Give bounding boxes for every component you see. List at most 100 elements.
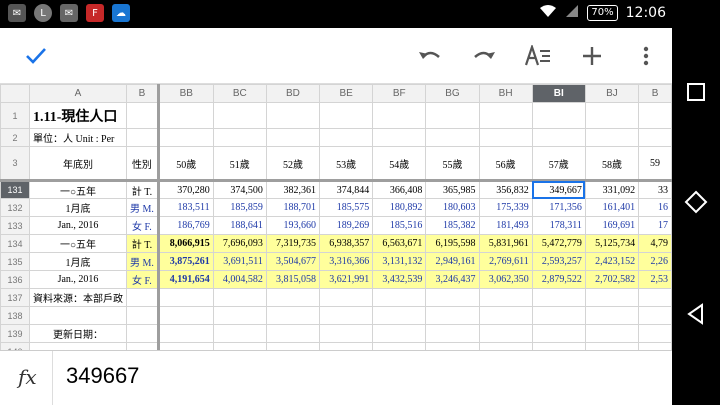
- cell[interactable]: 2,53: [638, 270, 672, 289]
- cell[interactable]: 2,879,522: [531, 270, 586, 289]
- cell[interactable]: 16: [638, 198, 672, 217]
- cell[interactable]: 資料來源：本部戶政: [28, 288, 127, 307]
- cell[interactable]: [478, 342, 533, 350]
- cell[interactable]: [125, 342, 160, 350]
- cell[interactable]: [157, 342, 214, 350]
- cell[interactable]: [372, 288, 427, 307]
- cell[interactable]: 59: [638, 146, 672, 182]
- cell[interactable]: Jan., 2016: [28, 216, 127, 235]
- column-header-be[interactable]: BE: [319, 84, 374, 103]
- cell[interactable]: 50歲: [157, 146, 214, 182]
- cell[interactable]: 180,603: [425, 198, 480, 217]
- cell[interactable]: [531, 102, 586, 129]
- cell[interactable]: [584, 128, 640, 147]
- cell[interactable]: 女 F.: [125, 270, 160, 289]
- cell[interactable]: 一○五年: [28, 180, 127, 199]
- cell[interactable]: [319, 342, 374, 350]
- cell[interactable]: 1月底: [28, 252, 127, 271]
- cell[interactable]: 2,769,611: [478, 252, 533, 271]
- done-button[interactable]: [14, 28, 58, 84]
- cell[interactable]: [478, 288, 533, 307]
- cell[interactable]: 男 M.: [125, 198, 160, 217]
- home-button[interactable]: [684, 190, 708, 214]
- cell[interactable]: 更新日期：: [28, 324, 127, 343]
- row-header[interactable]: 2: [0, 128, 30, 147]
- row-header[interactable]: 139: [0, 324, 30, 343]
- cell[interactable]: 2,423,152: [584, 252, 640, 271]
- recents-button[interactable]: [684, 80, 708, 104]
- cell[interactable]: 一○五年: [28, 234, 127, 253]
- cell[interactable]: [638, 306, 672, 325]
- row-header[interactable]: 140: [0, 342, 30, 350]
- cell[interactable]: [478, 306, 533, 325]
- cell[interactable]: 2,949,161: [425, 252, 480, 271]
- cell[interactable]: 55歲: [425, 146, 480, 182]
- back-button[interactable]: [684, 302, 708, 326]
- cell[interactable]: [638, 102, 672, 129]
- cell[interactable]: [638, 342, 672, 350]
- cell[interactable]: 370,280: [157, 180, 214, 199]
- cell[interactable]: [28, 306, 127, 325]
- row-header[interactable]: 135: [0, 252, 30, 271]
- cell[interactable]: 2,593,257: [531, 252, 586, 271]
- cell[interactable]: [28, 342, 127, 350]
- row-header[interactable]: 137: [0, 288, 30, 307]
- cell[interactable]: 57歲: [531, 146, 586, 182]
- cell[interactable]: [157, 128, 214, 147]
- cell[interactable]: 3,316,366: [319, 252, 374, 271]
- text-format-button[interactable]: [516, 28, 560, 84]
- cell[interactable]: [531, 342, 586, 350]
- row-header[interactable]: 131: [0, 180, 30, 199]
- cell[interactable]: 3,246,437: [425, 270, 480, 289]
- cell[interactable]: [125, 102, 160, 129]
- cell[interactable]: [425, 288, 480, 307]
- cell[interactable]: [319, 306, 374, 325]
- cell[interactable]: [265, 306, 321, 325]
- cell[interactable]: [372, 342, 427, 350]
- redo-button[interactable]: [462, 28, 506, 84]
- cell[interactable]: 計 T.: [125, 234, 160, 253]
- cell[interactable]: Jan., 2016: [28, 270, 127, 289]
- cell[interactable]: [157, 306, 214, 325]
- cell[interactable]: [372, 306, 427, 325]
- cell[interactable]: [478, 324, 533, 343]
- cell[interactable]: 185,859: [212, 198, 267, 217]
- cell[interactable]: 161,401: [584, 198, 640, 217]
- cell[interactable]: 3,432,539: [372, 270, 427, 289]
- cell[interactable]: [319, 288, 374, 307]
- cell[interactable]: [319, 128, 374, 147]
- cell[interactable]: 188,641: [212, 216, 267, 235]
- cell[interactable]: [125, 324, 160, 343]
- cell[interactable]: 7,319,735: [265, 234, 321, 253]
- cell[interactable]: [212, 342, 267, 350]
- cell[interactable]: 180,892: [372, 198, 427, 217]
- cell[interactable]: [584, 288, 640, 307]
- cell[interactable]: 356,832: [478, 180, 533, 199]
- cell[interactable]: [531, 306, 586, 325]
- cell[interactable]: 2,26: [638, 252, 672, 271]
- column-header-bf[interactable]: BF: [372, 84, 427, 103]
- cell[interactable]: [157, 102, 214, 129]
- cell[interactable]: 54歲: [372, 146, 427, 182]
- cell[interactable]: [531, 324, 586, 343]
- cell[interactable]: [531, 128, 586, 147]
- cell[interactable]: [425, 102, 480, 129]
- column-header-bd[interactable]: BD: [265, 84, 321, 103]
- cell[interactable]: [584, 102, 640, 129]
- cell[interactable]: 185,575: [319, 198, 374, 217]
- cell[interactable]: [584, 342, 640, 350]
- cell[interactable]: 1月底: [28, 198, 127, 217]
- column-header-bj[interactable]: BJ: [584, 84, 640, 103]
- cell[interactable]: [372, 128, 427, 147]
- more-options-button[interactable]: [624, 28, 668, 84]
- cell[interactable]: 366,408: [372, 180, 427, 199]
- cell[interactable]: 51歲: [212, 146, 267, 182]
- column-header-bb[interactable]: BB: [157, 84, 214, 103]
- column-header-bi[interactable]: BI: [531, 84, 586, 103]
- column-header-b[interactable]: B: [125, 84, 160, 103]
- cell[interactable]: [319, 102, 374, 129]
- cell[interactable]: [265, 324, 321, 343]
- cell[interactable]: 1.11-現住人口: [28, 102, 127, 129]
- row-header[interactable]: 133: [0, 216, 30, 235]
- cell[interactable]: [319, 324, 374, 343]
